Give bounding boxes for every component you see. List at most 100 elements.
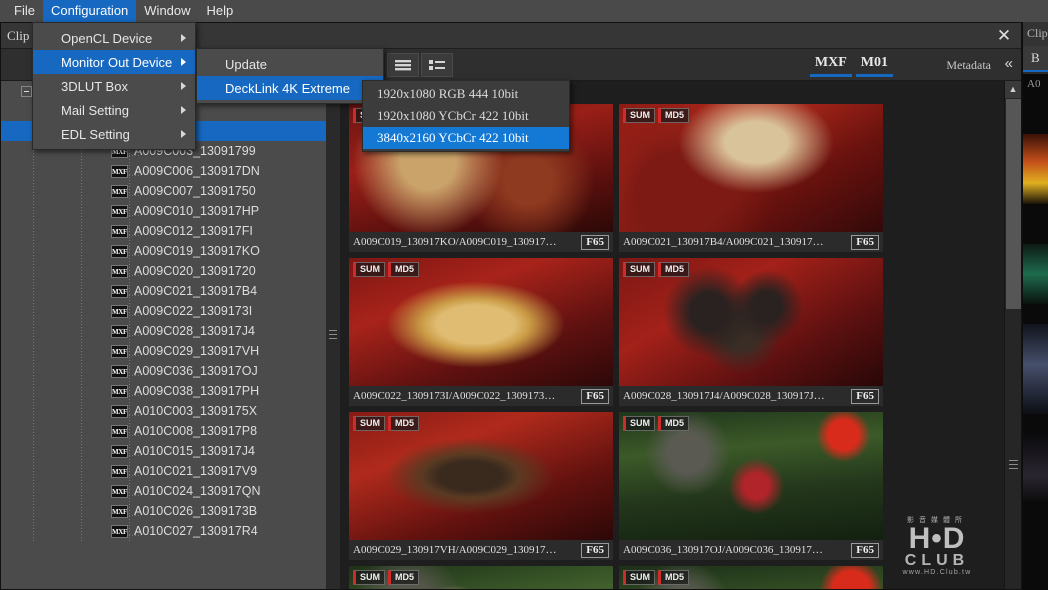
thumbnail-badges: SUMMD5 (353, 570, 420, 585)
mxf-file-icon: MXF (111, 484, 128, 498)
detail-view-glyph (429, 60, 445, 70)
tree-guide-tick (129, 475, 139, 476)
thumbnail-caption-bar: A009C029_130917VH/A009C029_130917… F65 (349, 540, 613, 560)
menu-item-label: 3840x2160 YCbCr 422 10bit (377, 130, 529, 145)
mxf-file-icon: MXF (111, 444, 128, 458)
md5-badge: MD5 (388, 262, 420, 277)
tree-item[interactable]: MXF A009C010_130917HP (1, 201, 326, 221)
menu-bar: File Configuration Window Help (0, 0, 1048, 22)
list-view-icon[interactable] (387, 53, 419, 77)
format-tab-group: MXF M01 (809, 53, 893, 77)
thumbnail-item[interactable]: SUM MD5 (619, 566, 883, 589)
tree-item[interactable]: MXF A010C003_1309175X (1, 401, 326, 421)
menu-item-label: Update (225, 56, 267, 72)
tree-expander-icon[interactable] (21, 85, 32, 97)
mxf-file-icon: MXF (111, 464, 128, 478)
tree-guide-tick (129, 195, 139, 196)
tree-item[interactable]: MXF A010C015_130917J4 (1, 441, 326, 461)
thumbnail-grid-panel: SUMMD5A009C019_130917KO/A009C019_130917…… (340, 81, 1021, 589)
menu-item-label: 1920x1080 YCbCr 422 10bit (377, 108, 529, 123)
sum-badge: SUM (353, 570, 385, 585)
format-menu-item-3840x2160-ycbcr-422-10bit[interactable]: 3840x2160 YCbCr 422 10bit (363, 127, 569, 149)
chevron-double-left-icon[interactable]: « (1005, 55, 1013, 72)
tree-guide-tick (129, 175, 139, 176)
thumbnail-grid: SUMMD5A009C019_130917KO/A009C019_130917…… (349, 104, 1003, 589)
splitter-grip-icon (329, 330, 337, 340)
tree-guide-tick (129, 535, 139, 536)
tree-item[interactable]: MXF A010C021_130917V9 (1, 461, 326, 481)
tree-item-label: A010C026_1309173B (134, 504, 258, 518)
menu-item-label: 1920x1080 RGB 444 10bit (377, 86, 519, 101)
tree-item[interactable]: MXF A009C006_130917DN (1, 161, 326, 181)
tree-item[interactable]: MXF A009C021_130917B4 (1, 281, 326, 301)
tree-guide-line (129, 81, 130, 541)
grid-vertical-scrollbar[interactable]: ▲ (1004, 81, 1021, 589)
detail-view-icon[interactable] (421, 53, 453, 77)
config-menu-item-3dlut-box[interactable]: 3DLUT Box (33, 74, 195, 98)
tree-item[interactable]: MXF A009C028_130917J4 (1, 321, 326, 341)
background-window-body: A0 (1023, 74, 1048, 590)
background-window[interactable]: Clip B A0 (1022, 22, 1048, 590)
tree-item[interactable]: MXF A009C007_13091750 (1, 181, 326, 201)
thumbnail-item[interactable]: SUM MD5 A009C028_130917J4/A009C028_130917J… (619, 258, 883, 406)
config-menu-item-edl-setting[interactable]: EDL Setting (33, 122, 195, 146)
tree-item[interactable]: MXF A009C029_130917VH (1, 341, 326, 361)
md5-badge: MD5 (658, 262, 690, 277)
thumbnail-badges: SUMMD5 (353, 262, 420, 277)
tree-item-label: A009C012_130917FI (134, 224, 253, 238)
panel-splitter[interactable] (326, 81, 340, 589)
clip-tree-panel[interactable]: 20130917-成都拍摄F6520130917MXFA009C003_1309… (1, 81, 326, 589)
tree-item[interactable]: MXF A009C038_130917PH (1, 381, 326, 401)
md5-badge: MD5 (388, 416, 420, 431)
app-root: Clip B A0 Clip ✕ MXF M01 Metadata « MXF … (0, 0, 1048, 590)
menu-file[interactable]: File (6, 0, 43, 22)
format-menu-item-1920x1080-rgb-444-10bit[interactable]: 1920x1080 RGB 444 10bit (363, 83, 569, 105)
tree-item-label: A010C003_1309175X (134, 404, 258, 418)
thumbnail-item[interactable]: SUM MD5 A009C021_130917B4/A009C021_130917…… (619, 104, 883, 252)
format-menu-item-1920x1080-ycbcr-422-10bit[interactable]: 1920x1080 YCbCr 422 10bit (363, 105, 569, 127)
tree-item[interactable]: MXF A010C008_130917P8 (1, 421, 326, 441)
tree-item-label: A010C021_130917V9 (134, 464, 258, 478)
tree-item[interactable]: MXF A010C024_130917QN (1, 481, 326, 501)
thumbnail-item[interactable]: SUM MD5 A009C029_130917VH/A009C029_130917…… (349, 412, 613, 560)
tree-item[interactable]: MXF A009C012_130917FI (1, 221, 326, 241)
tree-item[interactable]: MXF A009C036_130917OJ (1, 361, 326, 381)
tree-guide-tick (129, 495, 139, 496)
tree-item[interactable]: MXF A010C027_130917R4 (1, 521, 326, 541)
tree-guide-tick (129, 435, 139, 436)
tree-item[interactable]: MXF A009C020_13091720 (1, 261, 326, 281)
config-menu-item-mail-setting[interactable]: Mail Setting (33, 98, 195, 122)
thumbnail-caption-bar: A009C019_130917KO/A009C019_130917… F65 (349, 232, 613, 252)
configuration-dropdown: OpenCL Device Monitor Out Device 3DLUT Box… (32, 22, 196, 150)
tab-mxf[interactable]: MXF (809, 53, 852, 77)
menu-help[interactable]: Help (199, 0, 242, 22)
thumbnail-caption-bar: A009C036_130917OJ/A009C036_130917… F65 (619, 540, 883, 560)
scroll-up-icon[interactable]: ▲ (1005, 81, 1021, 98)
tree-guide-tick (129, 395, 139, 396)
monitor-menu-item-decklink-4k-extreme[interactable]: DeckLink 4K Extreme (197, 76, 383, 100)
close-icon[interactable]: ✕ (993, 25, 1015, 47)
camera-tag: F65 (851, 388, 879, 404)
monitor-menu-item-update[interactable]: Update (197, 52, 383, 76)
tree-item[interactable]: MXF A009C022_1309173I (1, 301, 326, 321)
mxf-file-icon: MXF (111, 364, 128, 378)
thumbnail-item[interactable]: SUM MD5 (349, 566, 613, 589)
scrollbar-thumb[interactable] (1006, 99, 1021, 309)
thumbnail-item[interactable]: SUM MD5 A009C022_1309173I/A009C022_1309173… (349, 258, 613, 406)
tab-m01[interactable]: M01 (855, 53, 893, 77)
tree-item[interactable]: MXF A009C019_130917KO (1, 241, 326, 261)
config-menu-item-opencl-device[interactable]: OpenCL Device (33, 26, 195, 50)
config-menu-item-monitor-out-device[interactable]: Monitor Out Device (33, 50, 195, 74)
menu-window[interactable]: Window (136, 0, 198, 22)
mxf-file-icon: MXF (111, 324, 128, 338)
camera-tag: F65 (581, 542, 609, 558)
background-thumb-2 (1023, 244, 1048, 304)
thumbnail-caption: A009C036_130917OJ/A009C036_130917… (623, 544, 823, 556)
thumbnail-item[interactable]: SUM MD5 A009C036_130917OJ/A009C036_130917…… (619, 412, 883, 560)
background-window-tab[interactable]: B (1023, 46, 1048, 72)
menu-configuration[interactable]: Configuration (42, 0, 137, 22)
tree-item[interactable]: MXF A010C026_1309173B (1, 501, 326, 521)
submenu-arrow-icon (181, 58, 186, 66)
mxf-file-icon: MXF (111, 204, 128, 218)
thumbnail-image (619, 104, 883, 232)
